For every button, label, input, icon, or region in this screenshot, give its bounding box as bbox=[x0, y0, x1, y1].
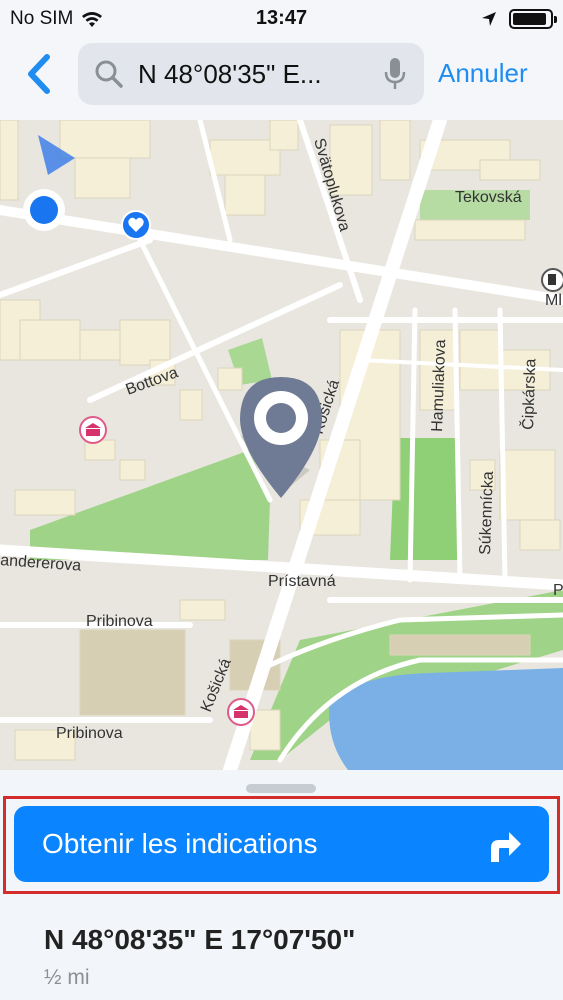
street-label-pribinova-1: Pribinova bbox=[86, 613, 153, 630]
search-field[interactable]: N 48°08'35" E... bbox=[78, 43, 424, 105]
place-distance: ½ mi bbox=[44, 966, 90, 989]
location-arrow-icon bbox=[482, 12, 496, 26]
street-label-hamuliakova: Hamuliakova bbox=[429, 339, 449, 432]
status-bar: No SIM 13:47 bbox=[0, 0, 563, 36]
map-canvas[interactable]: Svätoplukova Tekovská Bottova Košická Ha… bbox=[0, 120, 563, 770]
battery-icon bbox=[509, 9, 557, 29]
gas-station-icon[interactable] bbox=[541, 268, 563, 292]
turn-right-arrow-icon bbox=[491, 832, 521, 862]
search-header: N 48°08'35" E... Annuler bbox=[0, 36, 563, 120]
street-label-tekovska: Tekovská bbox=[455, 189, 522, 206]
favorite-heart-icon[interactable] bbox=[121, 210, 151, 240]
street-label-pristavna: Prístavná bbox=[268, 573, 336, 590]
museum-icon[interactable] bbox=[79, 416, 107, 444]
get-directions-button[interactable]: Obtenir les indications bbox=[14, 806, 549, 882]
cancel-button[interactable]: Annuler bbox=[438, 58, 528, 89]
status-time: 13:47 bbox=[255, 7, 308, 29]
map-view[interactable]: Svätoplukova Tekovská Bottova Košická Ha… bbox=[0, 120, 563, 770]
street-label-pribinova-2: Pribinova bbox=[56, 725, 123, 742]
place-card: Obtenir les indications N 48°08'35" E 17… bbox=[0, 770, 563, 1000]
street-label-edge-m: Ml bbox=[545, 292, 562, 309]
street-label-edge-p: P bbox=[553, 582, 563, 599]
drag-handle[interactable] bbox=[246, 784, 316, 793]
search-input[interactable]: N 48°08'35" E... bbox=[138, 59, 368, 90]
microphone-icon[interactable] bbox=[384, 57, 406, 91]
street-label-sukennicka: Súkennícka bbox=[477, 471, 497, 555]
place-title: N 48°08'35" E 17°07'50" bbox=[44, 924, 356, 955]
river-water bbox=[329, 668, 563, 770]
chevron-left-icon bbox=[28, 54, 50, 94]
museum-icon[interactable] bbox=[227, 698, 255, 726]
street-label-cipkarska: Čipkárska bbox=[518, 358, 539, 430]
battery-level bbox=[513, 13, 547, 25]
back-button[interactable] bbox=[14, 50, 62, 98]
search-icon bbox=[92, 57, 126, 91]
get-directions-label: Obtenir les indications bbox=[42, 828, 318, 859]
status-right bbox=[481, 9, 557, 29]
